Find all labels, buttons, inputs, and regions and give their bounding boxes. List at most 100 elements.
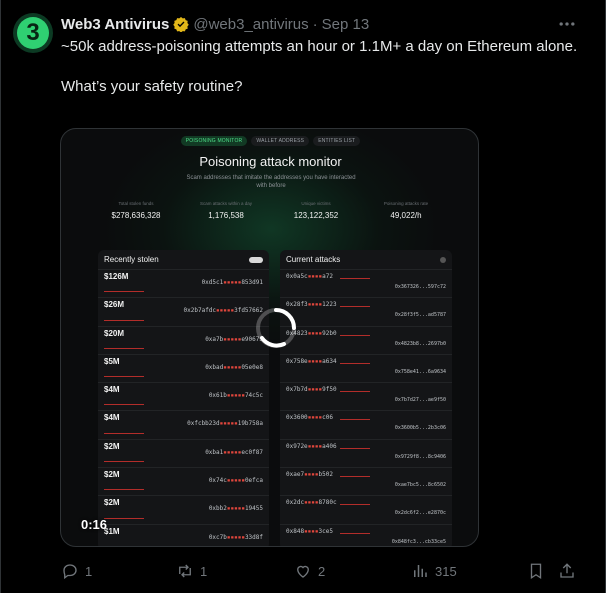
retweet-icon [179, 564, 191, 578]
stat-value: 49,022/h [390, 211, 422, 220]
stolen-address: 0xd5c1▪▪▪▪▪853d91 [201, 279, 263, 286]
redacted-line [104, 432, 144, 434]
victim-address: 0x2dc6f2...e2870c [394, 510, 446, 517]
tweet[interactable]: 3 Web3 Antivirus @web3_antivirus · Sep 1… [0, 0, 606, 593]
victim-address: 0x28f3f5...ad5787 [394, 312, 446, 319]
panel-header: Current attacks [280, 250, 452, 269]
current-attacks-panel: Current attacks 0x0a5c▪▪▪▪a72 0x367326...… [280, 250, 452, 546]
tab-entities-list: ENTITIES LIST [313, 136, 361, 146]
monitor-tabs: POISONING MONITOR WALLET ADDRESS ENTITIE… [61, 136, 478, 146]
stat-value: 1,176,538 [208, 211, 244, 220]
view-count: 315 [435, 563, 457, 579]
stolen-row: $2M 0xbb2▪▪▪▪▪19455 [98, 495, 269, 523]
stolen-row: $20M 0xa7b▪▪▪▪▪e90673 [98, 325, 269, 354]
attack-row: 0x2dc▪▪▪▪8780c 0x2dc6f2...e2870c [280, 495, 452, 523]
attack-row: 0x3600▪▪▪▪c06 0x3600b5...2b3c06 [280, 410, 452, 438]
share-icon [560, 563, 574, 578]
stat-value: $278,636,328 [111, 211, 161, 220]
victim-address: 0x367326...597c72 [394, 284, 446, 290]
stolen-row: $5M 0xbad▪▪▪▪▪05e0e8 [98, 353, 269, 382]
victim-address: 0x9729f8...8c9406 [394, 453, 446, 460]
stolen-address: 0xba1▪▪▪▪▪ec0f87 [205, 448, 263, 456]
verified-badge-icon [173, 17, 190, 32]
loading-spinner-icon [256, 308, 296, 348]
share-button[interactable] [558, 560, 582, 582]
redacted-line [340, 306, 370, 308]
attack-row: 0x972e▪▪▪▪a406 0x9729f8...8c9406 [280, 438, 452, 467]
tweet-header: Web3 Antivirus @web3_antivirus · Sep 13 [61, 14, 369, 34]
victim-address: 0x848fc3...cb33ce5 [391, 538, 446, 545]
stat-value: 123,122,352 [293, 211, 339, 220]
redacted-line [104, 376, 144, 378]
stolen-row: $26M 0x2b7afdc▪▪▪▪▪3fd57662 [98, 297, 269, 325]
attack-row: 0x28f3▪▪▪▪1223 0x28f3f5...ad5787 [280, 297, 452, 325]
stat-label: Scam attacks within a day [199, 201, 253, 206]
retweet-count: 1 [200, 563, 208, 579]
panel-header: Recently stolen [98, 250, 269, 269]
stolen-row: $4M 0xfcbb23d▪▪▪▪▪19b758a [98, 410, 269, 438]
tab-wallet-address: WALLET ADDRESS [251, 136, 310, 146]
bookmark-icon [530, 563, 542, 580]
views-button[interactable]: 315 [411, 560, 457, 582]
redacted-line [104, 319, 144, 321]
stat-label: Poisoning attacks rate [383, 201, 429, 206]
stat-attack-rate: Poisoning attacks rate 49,022/h [361, 201, 451, 220]
tab-poisoning-monitor: POISONING MONITOR [180, 136, 248, 146]
redacted-line [104, 545, 144, 546]
author-handle[interactable]: @web3_antivirus [193, 16, 308, 33]
like-button[interactable]: 2 [294, 560, 325, 582]
stat-label: Total stolen funds [118, 201, 154, 206]
avatar[interactable]: 3 [13, 13, 53, 53]
redacted-line [104, 489, 144, 491]
retweet-button[interactable]: 1 [176, 560, 207, 582]
attack-row: 0x848▪▪▪▪3ce5 0x848fc3...cb33ce5 [280, 523, 452, 546]
redacted-line [340, 532, 370, 534]
heart-icon [297, 565, 309, 578]
stolen-row: $2M 0xba1▪▪▪▪▪ec0f87 [98, 438, 269, 467]
reply-count: 1 [85, 563, 93, 579]
tweet-text: ~50k address-poisoning attempts an hour … [61, 37, 581, 97]
bookmark-button[interactable] [527, 560, 551, 582]
reply-icon [63, 564, 77, 580]
stolen-address: 0x2b7afdc▪▪▪▪▪3fd57662 [183, 307, 263, 315]
stolen-address: 0xbad▪▪▪▪▪05e0e8 [205, 363, 263, 371]
stolen-address: 0xbb2▪▪▪▪▪19455 [208, 505, 263, 513]
video-player[interactable]: POISONING MONITOR WALLET ADDRESS ENTITIE… [60, 128, 479, 547]
victim-address: 0x4823b8...2697b0 [394, 340, 446, 347]
stat-total-stolen: Total stolen funds $278,636,328 [91, 201, 181, 220]
action-bar: 1 1 2 315 [61, 560, 581, 582]
redacted-line [340, 391, 370, 393]
redacted-line [340, 334, 370, 336]
settings-dot-icon [440, 256, 446, 263]
attack-row: 0x0a5c▪▪▪▪a72 0x367326...597c72 [280, 269, 452, 297]
monitor-title: Poisoning attack monitor [199, 154, 342, 169]
redacted-line [104, 347, 144, 349]
redacted-line [340, 419, 370, 421]
attack-row: 0x7b7d▪▪▪▪9f50 0x7b7d27...ae9f50 [280, 382, 452, 410]
redacted-line [340, 278, 370, 279]
attack-row: 0xae7▪▪▪▪b502 0xae7bc5...8c6502 [280, 467, 452, 495]
views-chart-icon [414, 565, 427, 577]
redacted-line [340, 476, 370, 478]
stolen-row: $126M 0xd5c1▪▪▪▪▪853d91 [98, 269, 269, 297]
stat-unique-victims: Unique victims 123,122,352 [271, 201, 361, 220]
stolen-row: $4M 0x61b▪▪▪▪▪74c5c [98, 382, 269, 410]
like-count: 2 [318, 563, 326, 579]
separator-dot: · [312, 15, 318, 33]
stolen-address: 0x61b▪▪▪▪▪74c5c [208, 392, 263, 400]
redacted-line [340, 447, 370, 449]
redacted-line [104, 461, 144, 463]
more-options-icon[interactable] [557, 14, 577, 34]
redacted-line [104, 291, 144, 293]
stats-row: Total stolen funds $278,636,328 Scam att… [91, 201, 451, 220]
panel-title: Current attacks [286, 255, 341, 264]
tweet-date[interactable]: Sep 13 [322, 16, 370, 33]
reply-button[interactable]: 1 [61, 560, 92, 582]
victim-address: 0xae7bc5...8c6502 [394, 482, 446, 489]
recently-stolen-panel: Recently stolen $126M 0xd5c1▪▪▪▪▪853d91 $2… [98, 250, 269, 546]
panel-title: Recently stolen [104, 255, 159, 264]
redacted-line [104, 517, 144, 519]
victim-address: 0x758e41...6a9634 [394, 368, 446, 375]
author-name[interactable]: Web3 Antivirus [61, 16, 169, 33]
redacted-line [340, 504, 370, 506]
